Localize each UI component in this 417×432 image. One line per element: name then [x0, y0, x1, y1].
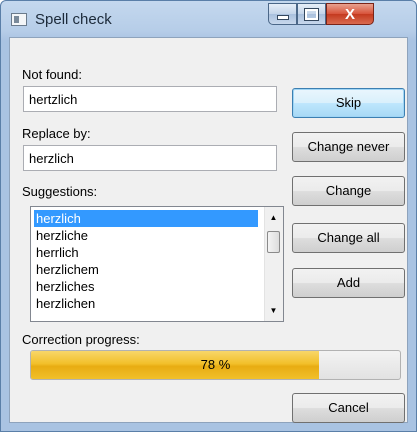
scroll-thumb[interactable]: [267, 231, 280, 253]
skip-button[interactable]: Skip: [292, 88, 405, 118]
suggestions-label: Suggestions:: [22, 184, 98, 199]
close-button[interactable]: X: [326, 3, 374, 25]
list-item[interactable]: herzlich: [34, 210, 258, 227]
change-all-button[interactable]: Change all: [292, 223, 405, 253]
scroll-up-arrow-icon[interactable]: ▲: [265, 209, 282, 226]
not-found-field[interactable]: hertzlich: [23, 86, 277, 112]
change-never-button[interactable]: Change never: [292, 132, 405, 162]
minimize-button[interactable]: [268, 3, 297, 25]
replace-by-label: Replace by:: [22, 126, 91, 141]
list-item[interactable]: herzliche: [34, 227, 258, 244]
title-bar[interactable]: Spell check X: [1, 1, 416, 37]
spell-check-window: Spell check X Not found: hertzlich Repla…: [0, 0, 417, 432]
cancel-button[interactable]: Cancel: [292, 393, 405, 423]
list-scrollbar[interactable]: ▲ ▼: [264, 207, 283, 321]
correction-progress-bar: 78 %: [30, 350, 401, 380]
suggestions-list[interactable]: herzlich herzliche herrlich herzlichem h…: [30, 206, 284, 322]
list-item[interactable]: herrlich: [34, 244, 258, 261]
window-title: Spell check: [35, 11, 112, 28]
progress-label: Correction progress:: [22, 332, 140, 347]
minimize-icon: [276, 15, 289, 20]
maximize-button[interactable]: [297, 3, 326, 25]
change-button[interactable]: Change: [292, 176, 405, 206]
app-icon: [11, 13, 27, 26]
list-item[interactable]: herzlichen: [34, 295, 258, 312]
close-icon: X: [344, 5, 355, 23]
list-item[interactable]: herzlichem: [34, 261, 258, 278]
scroll-down-arrow-icon[interactable]: ▼: [265, 302, 282, 319]
list-item[interactable]: herzliches: [34, 278, 258, 295]
not-found-label: Not found:: [22, 67, 82, 82]
maximize-icon: [304, 7, 319, 21]
progress-percentage: 78 %: [200, 357, 231, 372]
replace-by-field[interactable]: herzlich: [23, 145, 277, 171]
add-button[interactable]: Add: [292, 268, 405, 298]
